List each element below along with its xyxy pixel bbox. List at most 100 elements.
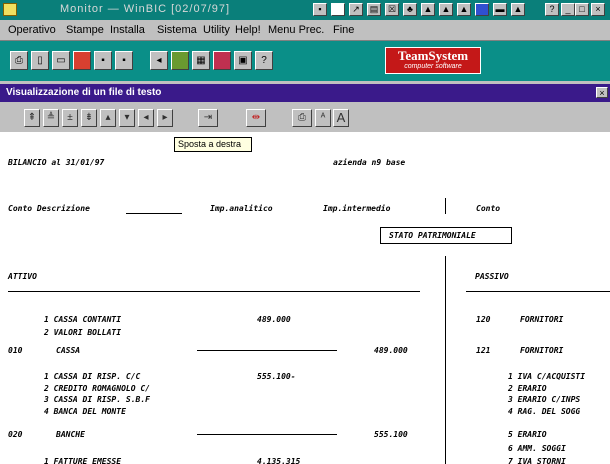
back-icon[interactable]: ◂ (150, 51, 168, 70)
columns-icon[interactable]: ⇹ (246, 109, 266, 127)
move-right-icon[interactable]: ⇥ (198, 109, 218, 127)
attivo-row-analitico: 489.000 (257, 315, 291, 324)
document-window-caption: Visualizzazione di un file di testo × (0, 84, 610, 102)
subtotal-rule (197, 434, 337, 435)
menu-utility[interactable]: Utility (203, 24, 230, 36)
first-page-icon[interactable]: ⇞ (24, 109, 40, 127)
tray-icon-10[interactable] (475, 3, 489, 16)
menu-installa[interactable]: Installa (110, 24, 145, 36)
document-icon[interactable]: ▯ (31, 51, 49, 70)
main-toolbar: ⎙ ▯ ▭ ▪ ▪ ◂ ▦ ▣ ? TeamSystem computer so… (0, 41, 610, 81)
document-close-button[interactable]: × (596, 87, 608, 98)
document-window-title: Visualizzazione di un file di testo (6, 87, 162, 98)
menu-menu-prec[interactable]: Menu Prec. (268, 24, 324, 36)
attivo-row-text: BANCHE (56, 430, 85, 439)
last-page-icon[interactable]: ⇟ (81, 109, 97, 127)
report-header: BILANCIO al 31/01/97 (8, 158, 105, 167)
books-icon[interactable] (213, 51, 231, 70)
attivo-row-analitico: 4.135.315 (257, 457, 301, 464)
title-bar: Monitor — WinBIC [02/07/97] ▪ ↗ ▤ ☒ ♣ ▲ … (0, 0, 610, 20)
menu-bar: Operativo Stampe Installa Sistema Utilit… (0, 20, 610, 41)
col-imp-intermedio: Imp.intermedio (323, 204, 391, 213)
minimize-button[interactable]: _ (561, 3, 575, 16)
tray-icon-1[interactable]: ▪ (313, 3, 327, 16)
passivo-row-text: 7 IVA STORNI (508, 457, 566, 464)
tray-icon-5[interactable]: ☒ (385, 3, 399, 16)
attivo-label: ATTIVO (8, 272, 37, 281)
passivo-row-text: 4 RAG. DEL SOGG (508, 407, 581, 416)
passivo-row-text: 5 ERARIO (508, 430, 547, 439)
print-doc-icon[interactable]: ⎙ (292, 109, 312, 127)
tree-icon[interactable] (171, 51, 189, 70)
attivo-row-text: 2 VALORI BOLLATI (44, 328, 122, 337)
report-azienda: azienda n9 base (333, 158, 406, 167)
menu-fine[interactable]: Fine (333, 24, 354, 36)
attivo-row-text: 1 CASSA DI RISP. C/C (44, 372, 141, 381)
disk-icon[interactable]: ▪ (115, 51, 133, 70)
tray-icon-2[interactable] (331, 3, 345, 16)
attivo-row-text: 2 CREDITO ROMAGNOLO C/ (44, 384, 150, 393)
window-icon[interactable]: ▣ (234, 51, 252, 70)
stop-icon[interactable] (73, 51, 91, 70)
save-icon[interactable]: ▪ (94, 51, 112, 70)
document-toolbar: ⇞ ≜ ± ⇟ ▴ ▾ ◂ ▸ ⇥ ⇹ ⎙ ᴬ A (0, 102, 610, 132)
menu-sistema[interactable]: Sistema (157, 24, 197, 36)
page-down-icon[interactable]: ± (62, 109, 78, 127)
tray-icon-6[interactable]: ♣ (403, 3, 417, 16)
close-button[interactable]: × (591, 3, 605, 16)
tooltip: Sposta a destra (174, 137, 252, 152)
attivo-row-intermedio: 489.000 (374, 346, 408, 355)
window-title: Monitor — WinBIC [02/07/97] (60, 3, 231, 15)
attivo-row-code: 010 (8, 346, 23, 355)
attivo-row-text: 4 BANCA DEL MONTE (44, 407, 126, 416)
tray-icon-3[interactable]: ↗ (349, 3, 363, 16)
attivo-row-analitico: 555.100- (257, 372, 296, 381)
passivo-row-text: 3 ERARIO C/INPS (508, 395, 581, 404)
calc-icon[interactable]: ▦ (192, 51, 210, 70)
preview-icon[interactable]: ▭ (52, 51, 70, 70)
tray-icon-8[interactable]: ▲ (439, 3, 453, 16)
attivo-row-text: CASSA (56, 346, 81, 355)
menu-help[interactable]: Help! (235, 24, 261, 36)
print-icon[interactable]: ⎙ (10, 51, 28, 70)
help-question-icon[interactable]: ? (255, 51, 273, 70)
menu-operativo[interactable]: Operativo (8, 24, 56, 36)
font-small-icon[interactable]: ᴬ (315, 109, 331, 127)
attivo-row-text: 1 FATTURE EMESSE (44, 457, 122, 464)
tray-icon-11[interactable]: ▬ (493, 3, 507, 16)
section-title: STATO PATRIMONIALE (389, 231, 476, 240)
attivo-row-intermedio: 555.100 (374, 430, 408, 439)
col-conto: Conto (476, 204, 501, 213)
col-conto-descrizione: Conto Descrizione (8, 204, 90, 213)
passivo-row-code: 120 (476, 315, 491, 324)
tray-icon-9[interactable]: ▲ (457, 3, 471, 16)
tray-icon-4[interactable]: ▤ (367, 3, 381, 16)
maximize-button[interactable]: □ (575, 3, 589, 16)
scroll-down-icon[interactable]: ▾ (119, 109, 135, 127)
passivo-row-text: 2 ERARIO (508, 384, 547, 393)
teamsystem-logo: TeamSystem computer software (385, 47, 481, 74)
menu-stampe[interactable]: Stampe (66, 24, 104, 36)
passivo-row-code: 121 (476, 346, 491, 355)
scroll-up-icon[interactable]: ▴ (100, 109, 116, 127)
section-title-box: STATO PATRIMONIALE (380, 227, 512, 244)
passivo-row-text: FORNITORI (520, 315, 564, 324)
tray-icon-7[interactable]: ▲ (421, 3, 435, 16)
passivo-row-text: 1 IVA C/ACQUISTI (508, 372, 586, 381)
page-up-icon[interactable]: ≜ (43, 109, 59, 127)
attivo-row-text: 1 CASSA CONTANTI (44, 315, 122, 324)
attivo-row-text: 3 CASSA DI RISP. S.B.F (44, 395, 150, 404)
col-imp-analitico: Imp.analitico (210, 204, 273, 213)
font-large-icon[interactable]: A (333, 109, 349, 127)
report-text-view[interactable]: BILANCIO al 31/01/97 azienda n9 base Con… (0, 132, 610, 464)
help-icon[interactable]: ? (545, 3, 559, 16)
subtotal-rule (197, 350, 337, 351)
passivo-row-text: 6 AMM. SOGGI (508, 444, 566, 453)
scroll-left-icon[interactable]: ◂ (138, 109, 154, 127)
passivo-label: PASSIVO (475, 272, 509, 281)
app-icon[interactable] (3, 3, 17, 16)
passivo-row-text: FORNITORI (520, 346, 564, 355)
tray-icon-12[interactable]: ▲ (511, 3, 525, 16)
attivo-row-code: 020 (8, 430, 23, 439)
scroll-right-icon[interactable]: ▸ (157, 109, 173, 127)
